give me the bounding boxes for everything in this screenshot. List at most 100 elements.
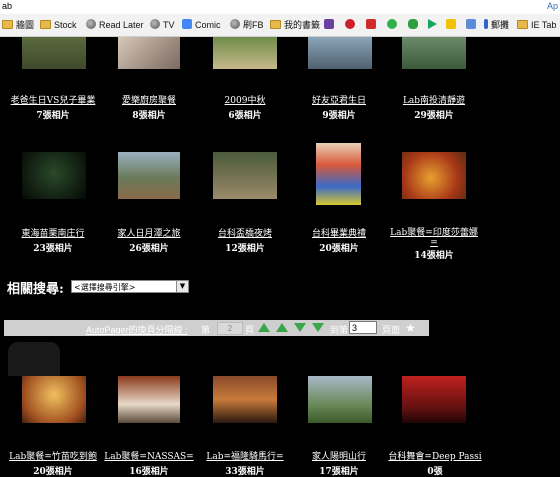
album-count: 0張: [427, 467, 443, 477]
bookmark-label: 郵攤: [491, 20, 510, 30]
bookmark-purple[interactable]: [324, 19, 337, 31]
previous-page-icon[interactable]: [276, 323, 288, 332]
album-title-link[interactable]: 東海苗栗南庄行: [8, 229, 98, 240]
album-thumbnail[interactable]: [118, 152, 180, 199]
album-thumbnail[interactable]: [316, 143, 361, 205]
globe-icon: [150, 19, 160, 29]
album-thumbnail[interactable]: [308, 37, 372, 69]
autopager-link[interactable]: AutoPager的換頁分隔線 :: [86, 323, 188, 336]
blue-app-icon: [484, 19, 488, 29]
album-count: 14張相片: [414, 251, 454, 261]
bookmark-my-bookmarks[interactable]: 我的書籤: [270, 19, 320, 31]
album-title-link[interactable]: Lab=福隆騎馬行=: [196, 452, 294, 463]
album-count: 7張相片: [36, 111, 70, 121]
album-count: 23張相片: [33, 244, 73, 254]
album-count: 17張相片: [319, 467, 359, 477]
star-icon[interactable]: ★: [405, 321, 416, 335]
first-page-icon[interactable]: [258, 323, 270, 332]
apps-label[interactable]: Ap: [547, 1, 558, 11]
current-page-box: 2: [217, 322, 243, 335]
bookmark-stock[interactable]: Stock: [40, 19, 77, 31]
bookmark-label: 刷FB: [243, 20, 264, 30]
search-engine-value: <選擇搜尋引擎>: [74, 283, 136, 292]
yellow-app-icon: [446, 19, 456, 29]
green-chat-icon: [387, 19, 397, 29]
album-count: 20張相片: [319, 244, 359, 254]
purple-app-icon: [324, 19, 334, 29]
goto-page-input[interactable]: 3: [349, 321, 377, 334]
bookmark-fb[interactable]: 刷FB: [230, 19, 264, 31]
bookmark-image[interactable]: [466, 19, 479, 31]
album-thumbnail[interactable]: [213, 376, 277, 423]
album-title-link[interactable]: 好友亞君生日: [294, 96, 384, 107]
bookmark-chat[interactable]: [387, 19, 400, 31]
album-title-link[interactable]: 家人日月潭之旅: [104, 229, 194, 240]
album-title-link[interactable]: 2009中秋: [200, 96, 290, 107]
album-thumbnail[interactable]: [22, 37, 86, 69]
bookmark-tv[interactable]: TV: [150, 19, 175, 31]
next-page-icon[interactable]: [294, 323, 306, 332]
globe-icon: [86, 19, 96, 29]
background-shadow-shape: [8, 342, 60, 376]
related-search-label: 相關搜尋:: [7, 282, 64, 297]
bookmark-ie-tab[interactable]: IE Tab: [517, 19, 556, 31]
album-thumbnail[interactable]: [402, 152, 466, 199]
album-title-link[interactable]: Lab南投清靜遊: [389, 96, 479, 107]
bookmark-label: TV: [163, 20, 175, 30]
last-page-icon[interactable]: [312, 323, 324, 332]
album-count: 9張相片: [322, 111, 356, 121]
bookmark-play[interactable]: [428, 19, 440, 31]
bookmark-yellow[interactable]: [446, 19, 459, 31]
album-count: 20張相片: [33, 467, 73, 477]
album-thumbnail[interactable]: [118, 37, 180, 69]
album-count: 12張相片: [225, 244, 265, 254]
goto-suffix: 頁面: [382, 325, 401, 335]
album-thumbnail[interactable]: [402, 376, 466, 423]
album-thumbnail[interactable]: [402, 37, 466, 69]
bookmark-label: Stock: [54, 20, 77, 30]
album-title-link[interactable]: Lab聚餐=竹苗吃到飽: [4, 452, 102, 463]
bookmarks-bar: 牆圖 Stock Read Later TV Comic 刷FB 我的書籤 郵攤…: [0, 14, 560, 37]
album-thumbnail[interactable]: [22, 152, 86, 199]
album-count: 8張相片: [132, 111, 166, 121]
bookmark-red[interactable]: [366, 19, 379, 31]
album-title-link[interactable]: Lab聚餐=NASSAS=: [100, 452, 198, 463]
goto-prefix: 到第: [330, 325, 349, 335]
album-thumbnail[interactable]: [22, 376, 86, 423]
bookmark-label: Comic: [195, 20, 221, 30]
play-icon: [428, 19, 437, 29]
album-count: 16張相片: [129, 467, 169, 477]
globe-icon: [230, 19, 240, 29]
bookmark-comic[interactable]: Comic: [182, 19, 221, 31]
bookmark-post[interactable]: 郵攤: [484, 19, 509, 31]
search-engine-select[interactable]: <選擇搜尋引擎> ▼: [71, 280, 189, 293]
album-title-link[interactable]: 老爸生日VS兒子畢業: [8, 96, 98, 107]
bookmark-clover[interactable]: [408, 19, 421, 31]
album-title-link[interactable]: 台科畢業典禮: [294, 229, 384, 240]
image-icon: [466, 19, 476, 29]
red-app-icon: [366, 19, 376, 29]
album-title-link[interactable]: 台科盃橋夜烤: [200, 229, 290, 240]
bookmark-label: 我的書籤: [284, 20, 321, 30]
album-title-link[interactable]: 愛樂廚房聚餐: [104, 96, 194, 107]
page-suffix: 頁: [245, 325, 255, 335]
album-thumbnail[interactable]: [213, 152, 277, 199]
address-text[interactable]: ab: [2, 1, 12, 11]
album-count: 29張相片: [414, 111, 454, 121]
bookmark-wall[interactable]: 牆圖: [2, 19, 34, 31]
clover-icon: [408, 19, 418, 29]
bookmark-pinterest[interactable]: [345, 19, 358, 31]
bookmark-label: Read Later: [99, 20, 144, 30]
folder-icon: [270, 20, 281, 29]
album-title-link[interactable]: 家人陽明山行: [294, 452, 384, 463]
album-thumbnail[interactable]: [213, 37, 277, 69]
bookmark-label: IE Tab: [531, 20, 557, 30]
autopager-separator: AutoPager的換頁分隔線 : 第 2 頁 到第 3 頁面 ★: [4, 320, 429, 336]
bookmark-read-later[interactable]: Read Later: [86, 19, 144, 31]
folder-icon: [40, 20, 51, 29]
album-title-link[interactable]: 台科舞會=Deep Passi: [380, 452, 490, 463]
folder-icon: [2, 20, 13, 29]
album-thumbnail[interactable]: [308, 376, 372, 423]
album-thumbnail[interactable]: [118, 376, 180, 423]
chevron-down-icon[interactable]: ▼: [176, 281, 188, 292]
